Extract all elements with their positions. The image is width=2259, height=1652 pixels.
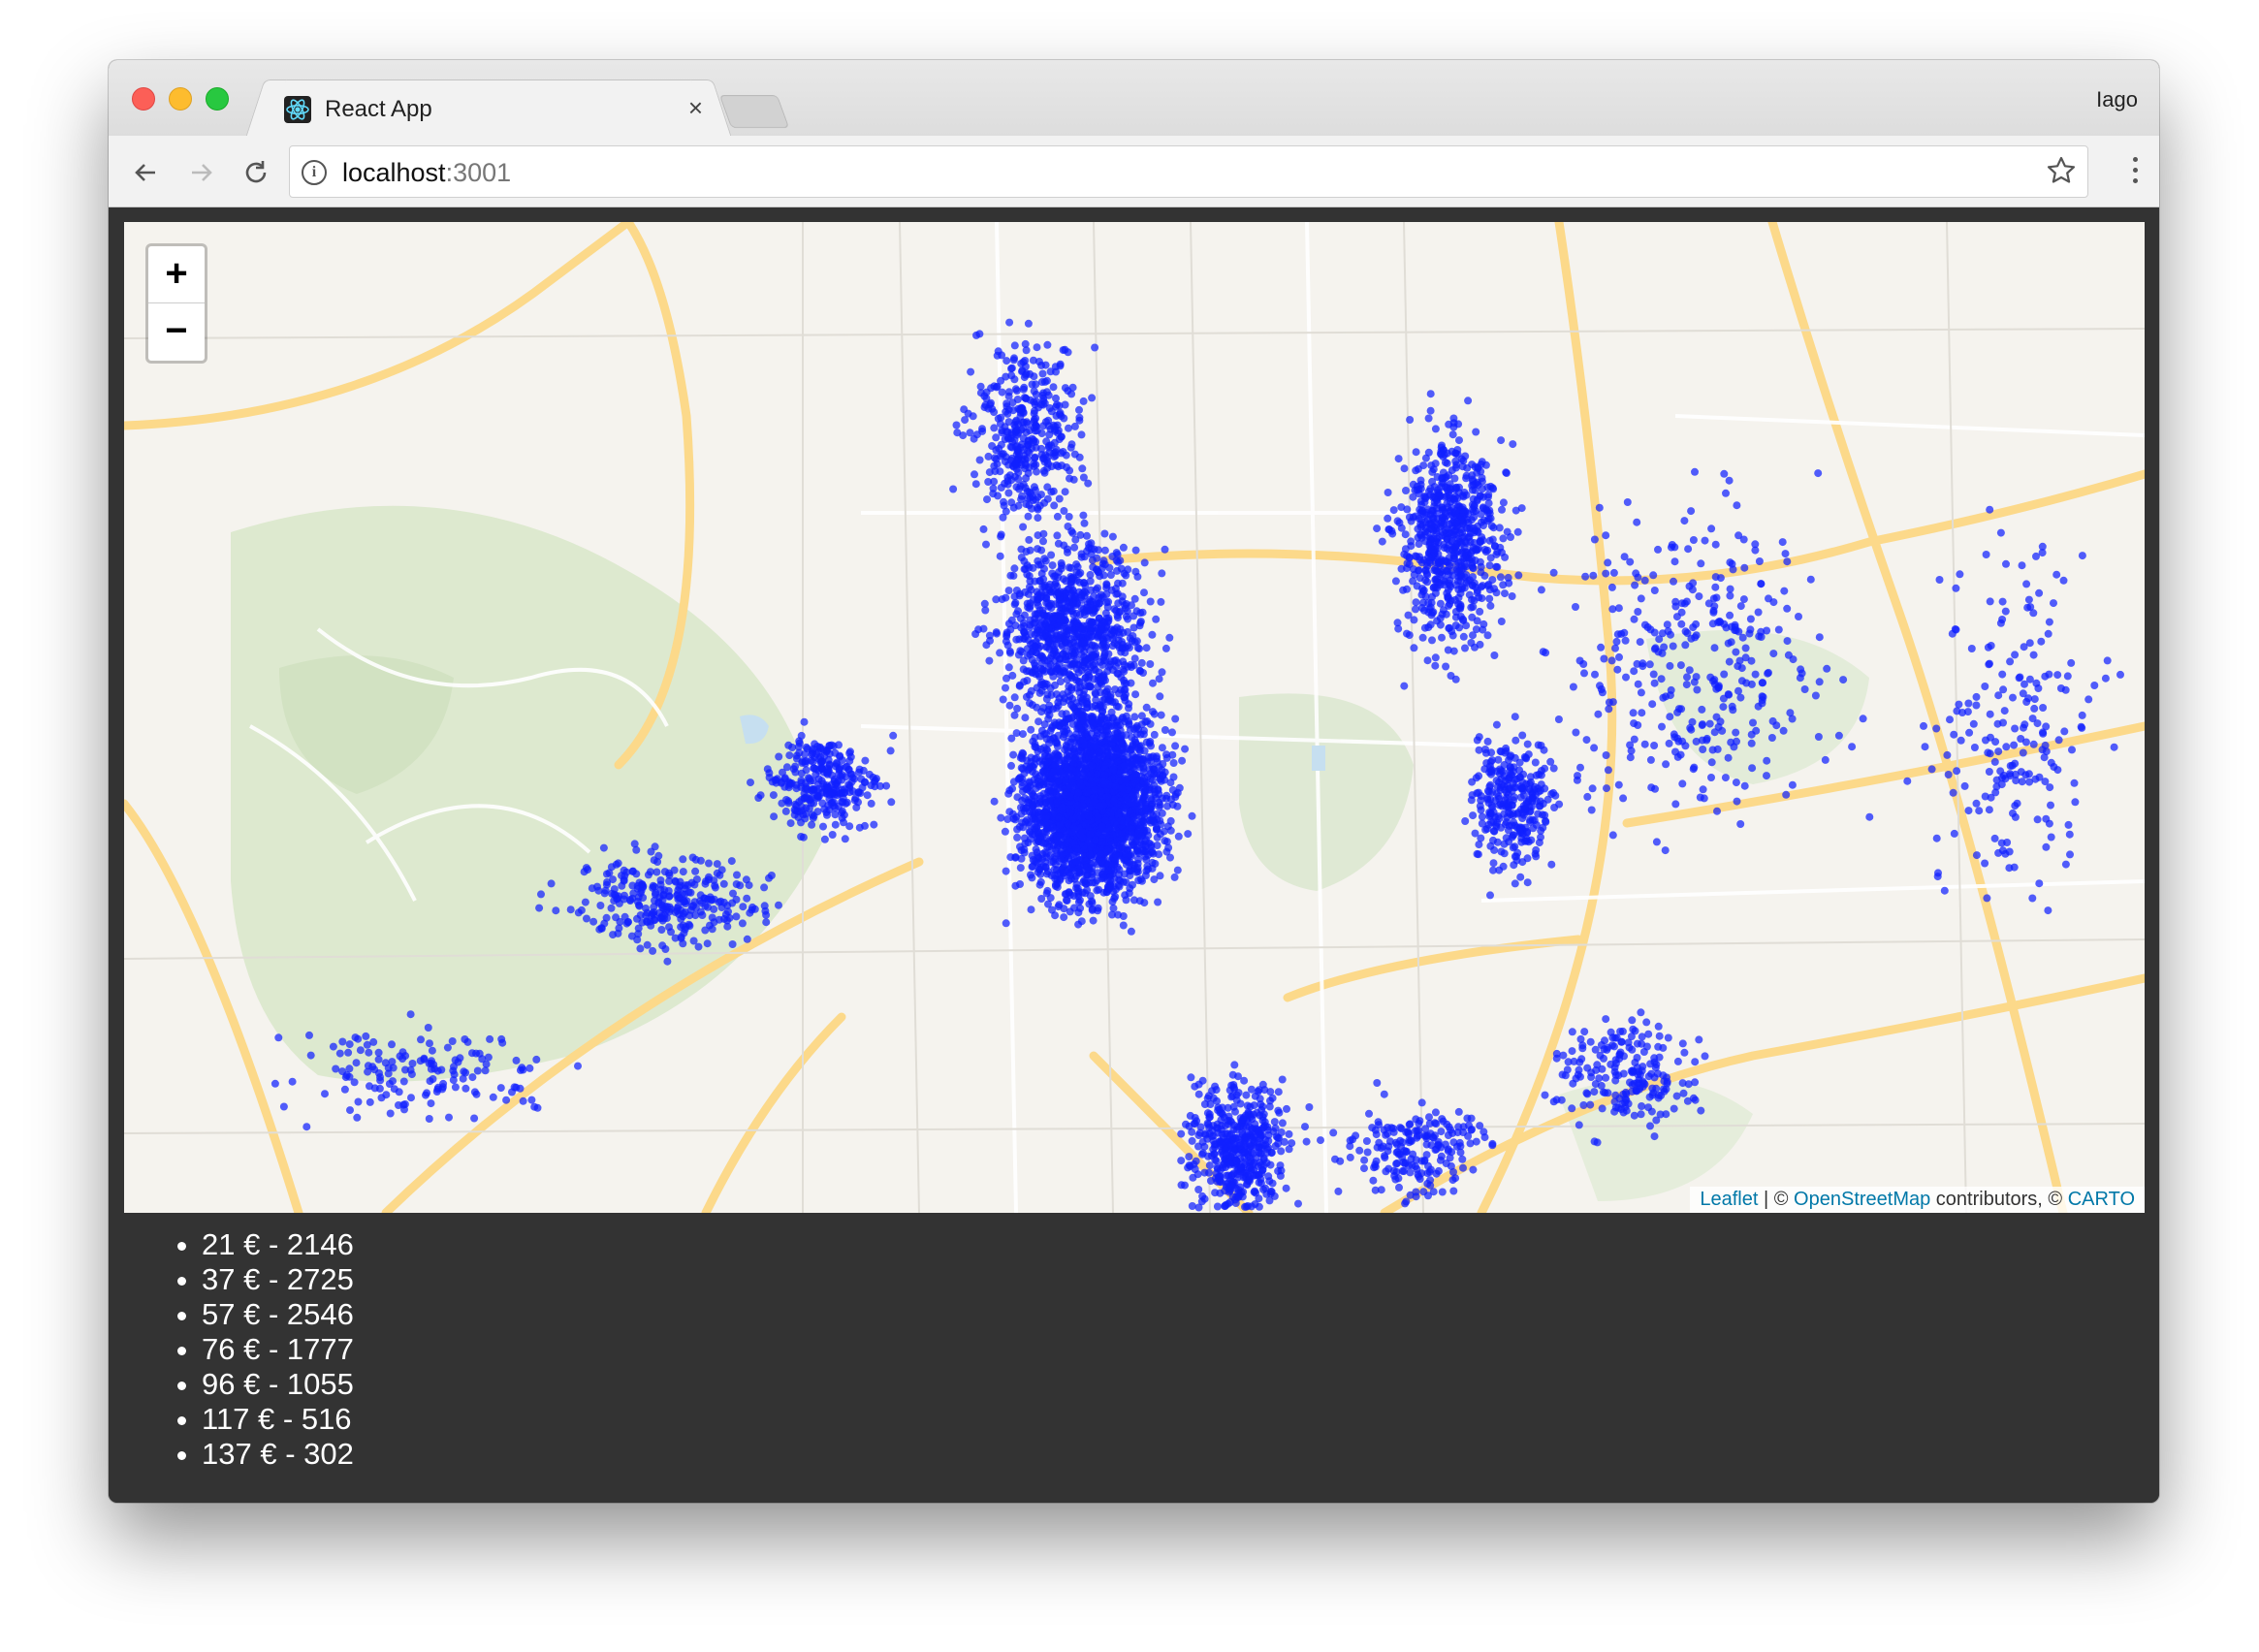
attribution-sep: | © <box>1758 1189 1795 1210</box>
back-arrow-icon[interactable] <box>126 153 165 192</box>
price-bucket-item: 37 € - 2725 <box>202 1262 354 1297</box>
title-bar: React App × Iago <box>109 60 2159 136</box>
tab-close-icon[interactable]: × <box>688 93 703 122</box>
url-port: :3001 <box>445 158 512 187</box>
fullscreen-window-button[interactable] <box>206 87 229 111</box>
price-bucket-list: 21 € - 214637 € - 272557 € - 254676 € - … <box>202 1227 354 1472</box>
site-info-icon[interactable]: i <box>302 160 327 185</box>
zoom-in-button[interactable]: + <box>148 246 205 303</box>
profile-name[interactable]: Iago <box>2096 87 2138 112</box>
react-logo-icon <box>284 96 311 123</box>
price-bucket-item: 21 € - 2146 <box>202 1227 354 1262</box>
forward-arrow-icon[interactable] <box>182 153 221 192</box>
bookmark-star-icon[interactable] <box>2045 154 2078 187</box>
price-bucket-item: 117 € - 516 <box>202 1402 354 1437</box>
browser-menu-icon[interactable] <box>2132 157 2140 186</box>
zoom-control: + − <box>145 243 207 364</box>
zoom-out-button[interactable]: − <box>148 303 205 361</box>
page-content: + − Leaflet | © OpenStreetMap contributo… <box>109 207 2159 1503</box>
listing-points-layer <box>270 318 2124 1212</box>
attribution-contributors: contributors, © <box>1930 1189 2068 1210</box>
browser-toolbar: i localhost:3001 <box>109 136 2159 207</box>
browser-window: React App × Iago i localhost:3001 + − Le… <box>109 60 2159 1503</box>
close-window-button[interactable] <box>132 87 155 111</box>
minimize-window-button[interactable] <box>169 87 192 111</box>
url-text: localhost:3001 <box>342 158 511 188</box>
leaflet-link[interactable]: Leaflet <box>1700 1189 1758 1210</box>
address-bar[interactable]: i localhost:3001 <box>289 145 2088 198</box>
url-host: localhost <box>342 158 446 187</box>
price-bucket-item: 96 € - 1055 <box>202 1367 354 1402</box>
map-container[interactable]: + − Leaflet | © OpenStreetMap contributo… <box>124 222 2145 1213</box>
new-tab-button[interactable] <box>718 95 790 128</box>
tab-title: React App <box>325 96 432 122</box>
price-bucket-item: 76 € - 1777 <box>202 1332 354 1367</box>
osm-link[interactable]: OpenStreetMap <box>1794 1189 1930 1210</box>
reload-icon[interactable] <box>237 153 275 192</box>
browser-tab[interactable]: React App × <box>266 79 712 136</box>
carto-link[interactable]: CARTO <box>2068 1189 2135 1210</box>
price-bucket-item: 137 € - 302 <box>202 1437 354 1472</box>
price-bucket-item: 57 € - 2546 <box>202 1297 354 1332</box>
map-attribution: Leaflet | © OpenStreetMap contributors, … <box>1690 1187 2145 1213</box>
